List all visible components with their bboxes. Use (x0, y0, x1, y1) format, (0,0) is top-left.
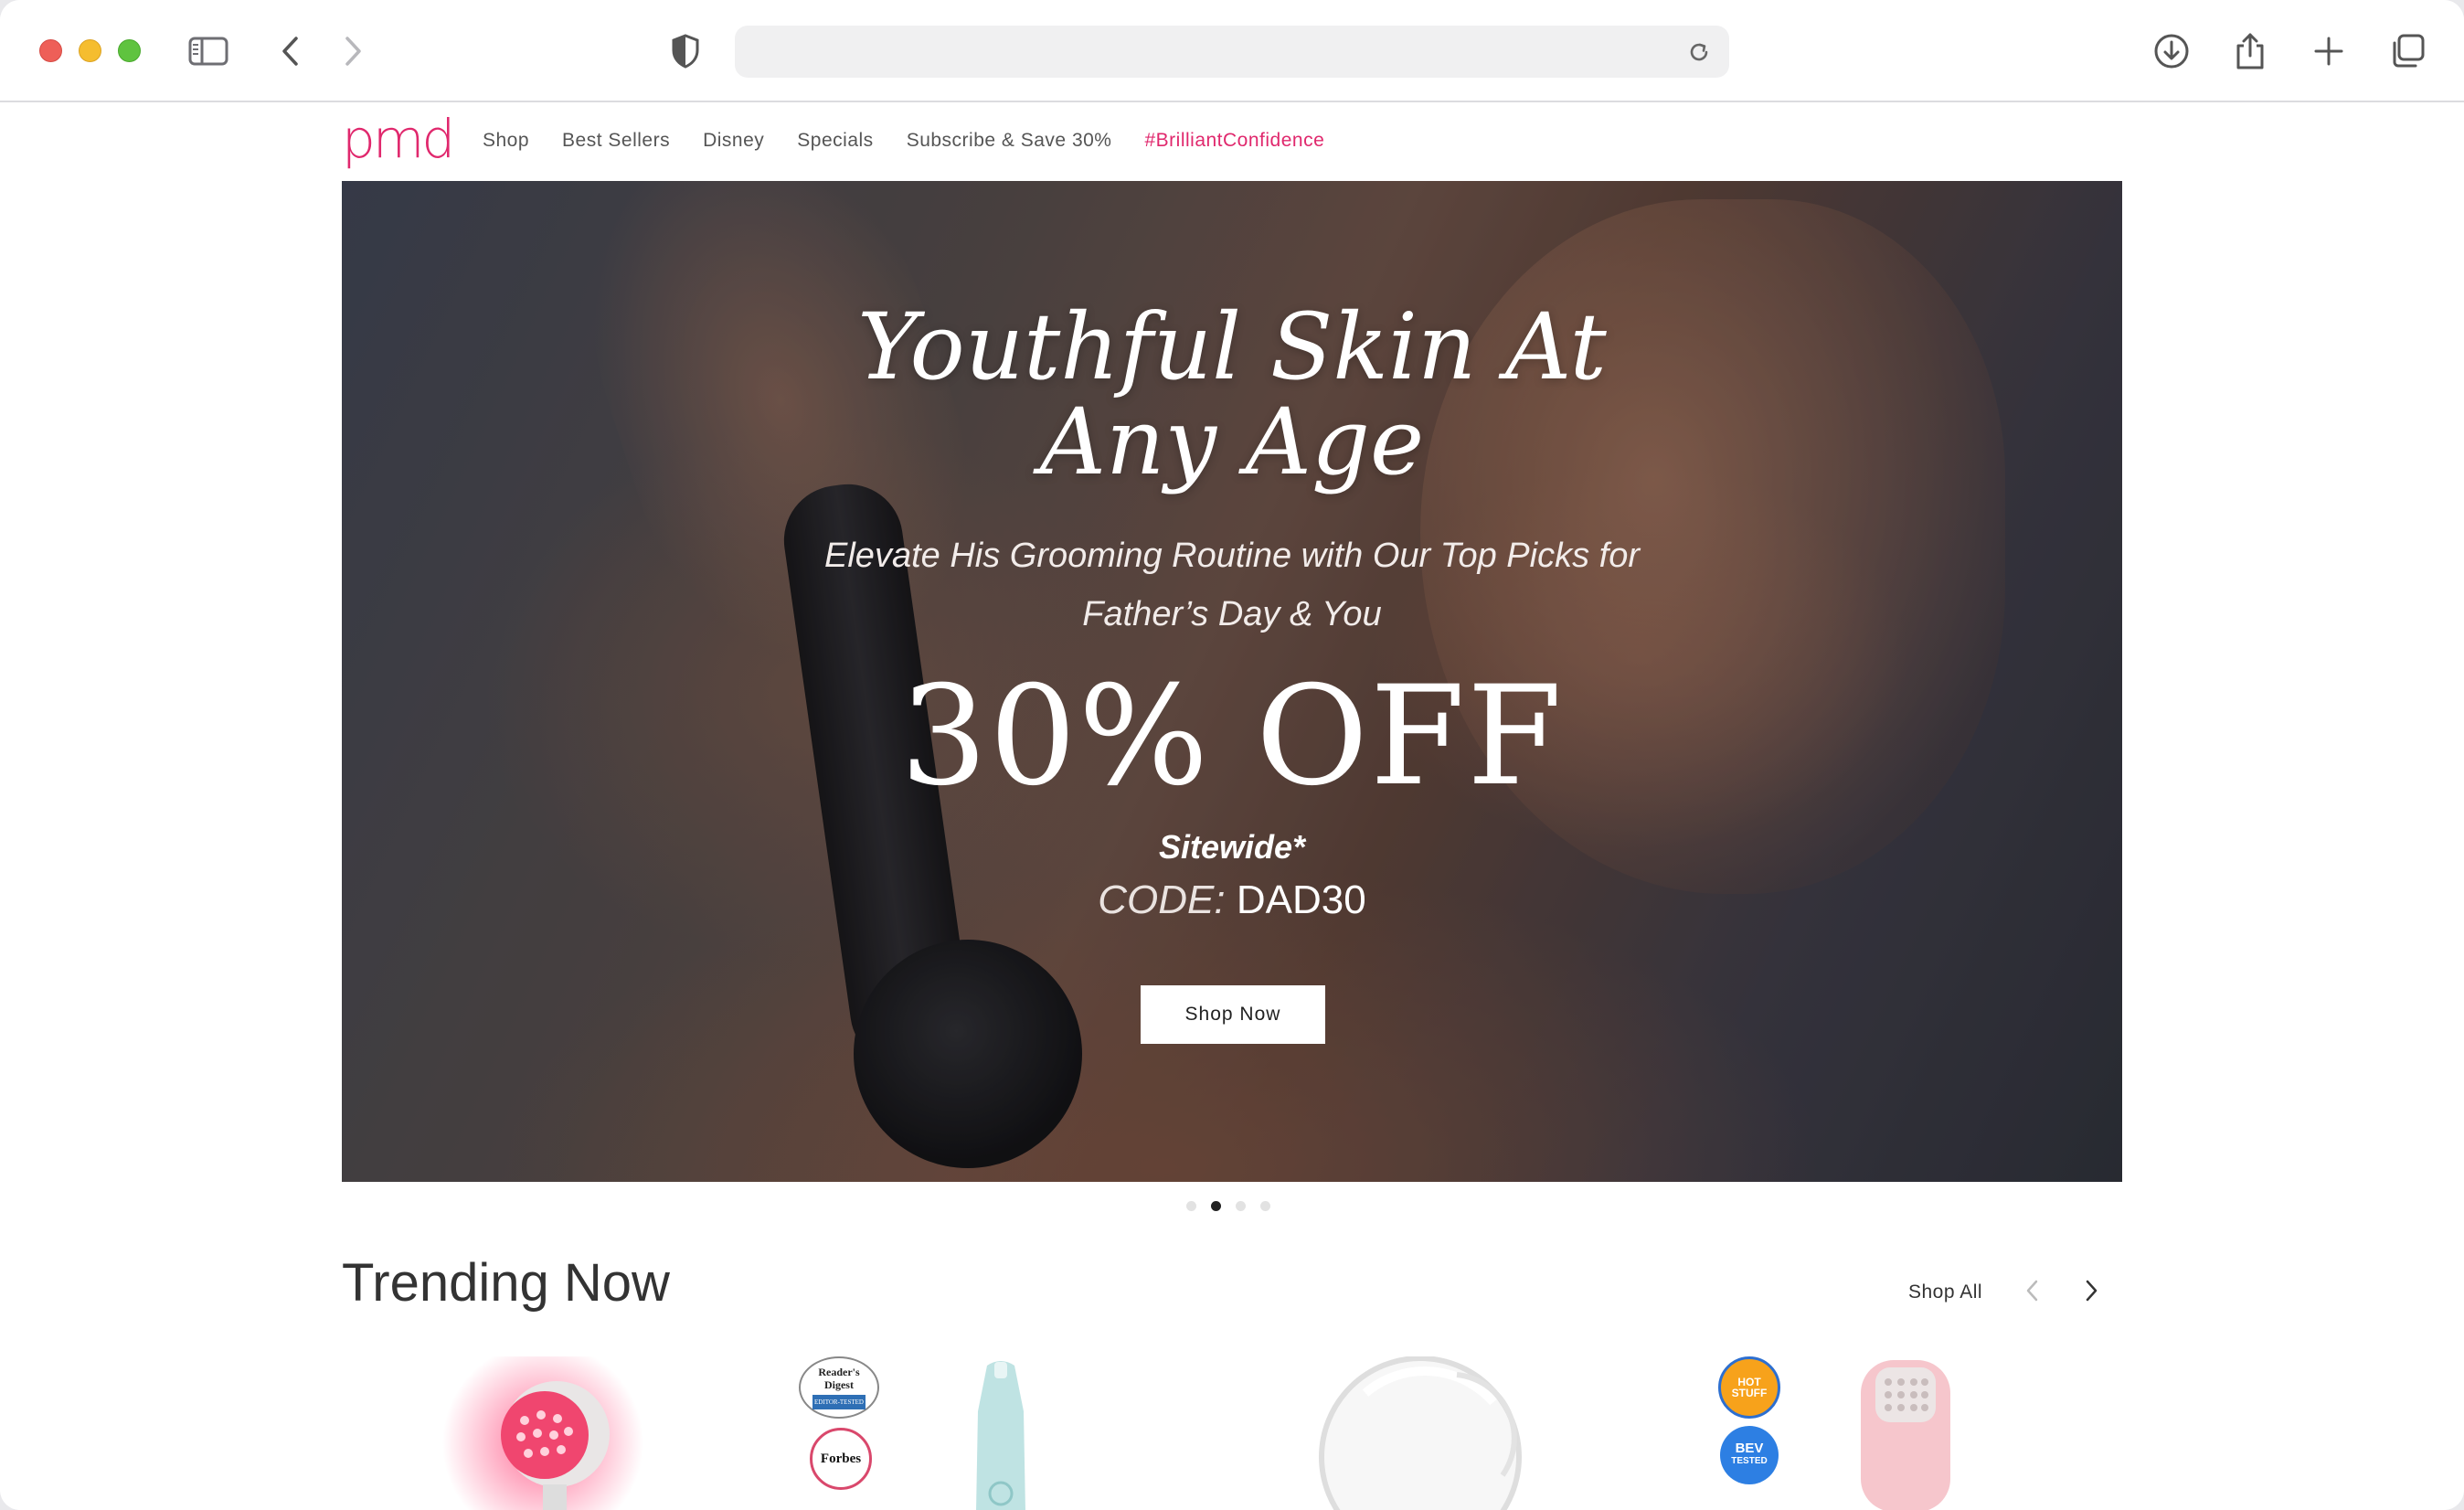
readers-digest-badge: Reader's Digest EDITOR-TESTED (799, 1356, 879, 1419)
browser-window: pmd Shop Best Sellers Disney Specials Su… (0, 0, 2464, 1510)
download-icon[interactable] (2148, 27, 2195, 75)
hero-title: Youthful Skin At Any Age (342, 300, 2122, 490)
forbes-label: Forbes (820, 1452, 862, 1466)
readers-digest-line-2: Digest (823, 1378, 854, 1391)
microderm-device-image (1861, 1360, 1950, 1510)
shop-all-link[interactable]: Shop All (1908, 1281, 1982, 1303)
nav-subscribe-save[interactable]: Subscribe & Save 30% (907, 130, 1112, 152)
bev-tested-badge: BEV TESTED (1720, 1426, 1779, 1484)
shop-now-button[interactable]: Shop Now (1141, 985, 1325, 1044)
forward-icon[interactable] (329, 27, 377, 75)
pore-vacuum-device-image (976, 1361, 1025, 1510)
carousel-dot-1[interactable] (1186, 1201, 1196, 1211)
carousel-dots (1186, 1201, 1270, 1211)
product-card-2[interactable]: Reader's Digest EDITOR-TESTED Forbes (799, 1356, 1201, 1510)
hero-subtitle-line-1: Elevate His Grooming Routine with Our To… (824, 537, 1640, 575)
hero-title-line-2: Any Age (1039, 388, 1425, 495)
zoom-window-button[interactable] (118, 39, 141, 62)
shield-icon[interactable] (662, 27, 709, 75)
url-input[interactable] (757, 35, 1634, 68)
tabs-icon[interactable] (2384, 27, 2431, 75)
hero-scope: Sitewide* (1158, 828, 1306, 866)
nav-brilliant-confidence[interactable]: #BrilliantConfidence (1144, 130, 1324, 152)
hero-content: Youthful Skin At Any Age Elevate His Gro… (342, 181, 2122, 1182)
carousel-prev-icon[interactable] (2014, 1272, 2051, 1309)
promo-code-value: DAD30 (1236, 877, 1366, 922)
web-page: pmd Shop Best Sellers Disney Specials Su… (0, 104, 2464, 1510)
nav-specials[interactable]: Specials (797, 130, 873, 152)
hot-stuff-label: HOT STUFF (1731, 1376, 1768, 1399)
red-light-device-image (442, 1343, 643, 1510)
hot-stuff-badge: HOT STUFF (1718, 1356, 1780, 1419)
address-bar[interactable] (735, 26, 1729, 78)
hero-title-line-1: Youthful Skin At (857, 293, 1607, 400)
pmd-logo[interactable]: pmd (342, 112, 455, 166)
main-nav: Shop Best Sellers Disney Specials Subscr… (483, 130, 1324, 152)
promo-code: CODE: DAD30 (342, 877, 2122, 923)
trending-title: Trending Now (342, 1253, 670, 1313)
forbes-badge: Forbes (810, 1428, 872, 1490)
nav-best-sellers[interactable]: Best Sellers (562, 130, 670, 152)
nav-shop[interactable]: Shop (483, 130, 529, 152)
carousel-dot-3[interactable] (1236, 1201, 1246, 1211)
readers-digest-line-1: Reader's (818, 1366, 860, 1378)
hero-subtitle-line-2: Father’s Day & You (1082, 595, 1382, 633)
product-card-1[interactable] (433, 1343, 835, 1510)
new-tab-icon[interactable] (2305, 27, 2352, 75)
product-card-4[interactable]: HOT STUFF BEV TESTED (1718, 1356, 2120, 1510)
carousel-dot-2[interactable] (1211, 1201, 1221, 1211)
close-window-button[interactable] (39, 39, 62, 62)
reload-icon[interactable] (1683, 37, 1715, 68)
back-icon[interactable] (267, 27, 314, 75)
hero-banner[interactable]: Youthful Skin At Any Age Elevate His Gro… (342, 181, 2122, 1182)
browser-toolbar (0, 0, 2464, 102)
trending-products: Reader's Digest EDITOR-TESTED Forbes HOT… (342, 1343, 2122, 1510)
hero-discount: 30% OFF (899, 657, 1565, 816)
minimize-window-button[interactable] (79, 39, 101, 62)
hero-subtitle: Elevate His Grooming Routine with Our To… (342, 526, 2122, 643)
promo-code-label: CODE: (1098, 877, 1226, 922)
nav-disney[interactable]: Disney (703, 130, 764, 152)
readers-digest-tag: EDITOR-TESTED (812, 1395, 866, 1409)
share-icon[interactable] (2226, 27, 2274, 75)
carousel-next-icon[interactable] (2073, 1272, 2109, 1309)
lighted-mirror-image (1319, 1356, 1522, 1510)
product-card-3[interactable] (1311, 1356, 1713, 1510)
sidebar-icon[interactable] (185, 27, 232, 75)
bev-tested-label: TESTED (1731, 1456, 1768, 1466)
carousel-dot-4[interactable] (1260, 1201, 1270, 1211)
bev-label: BEV (1735, 1441, 1764, 1456)
site-header: pmd Shop Best Sellers Disney Specials Su… (342, 104, 2122, 181)
